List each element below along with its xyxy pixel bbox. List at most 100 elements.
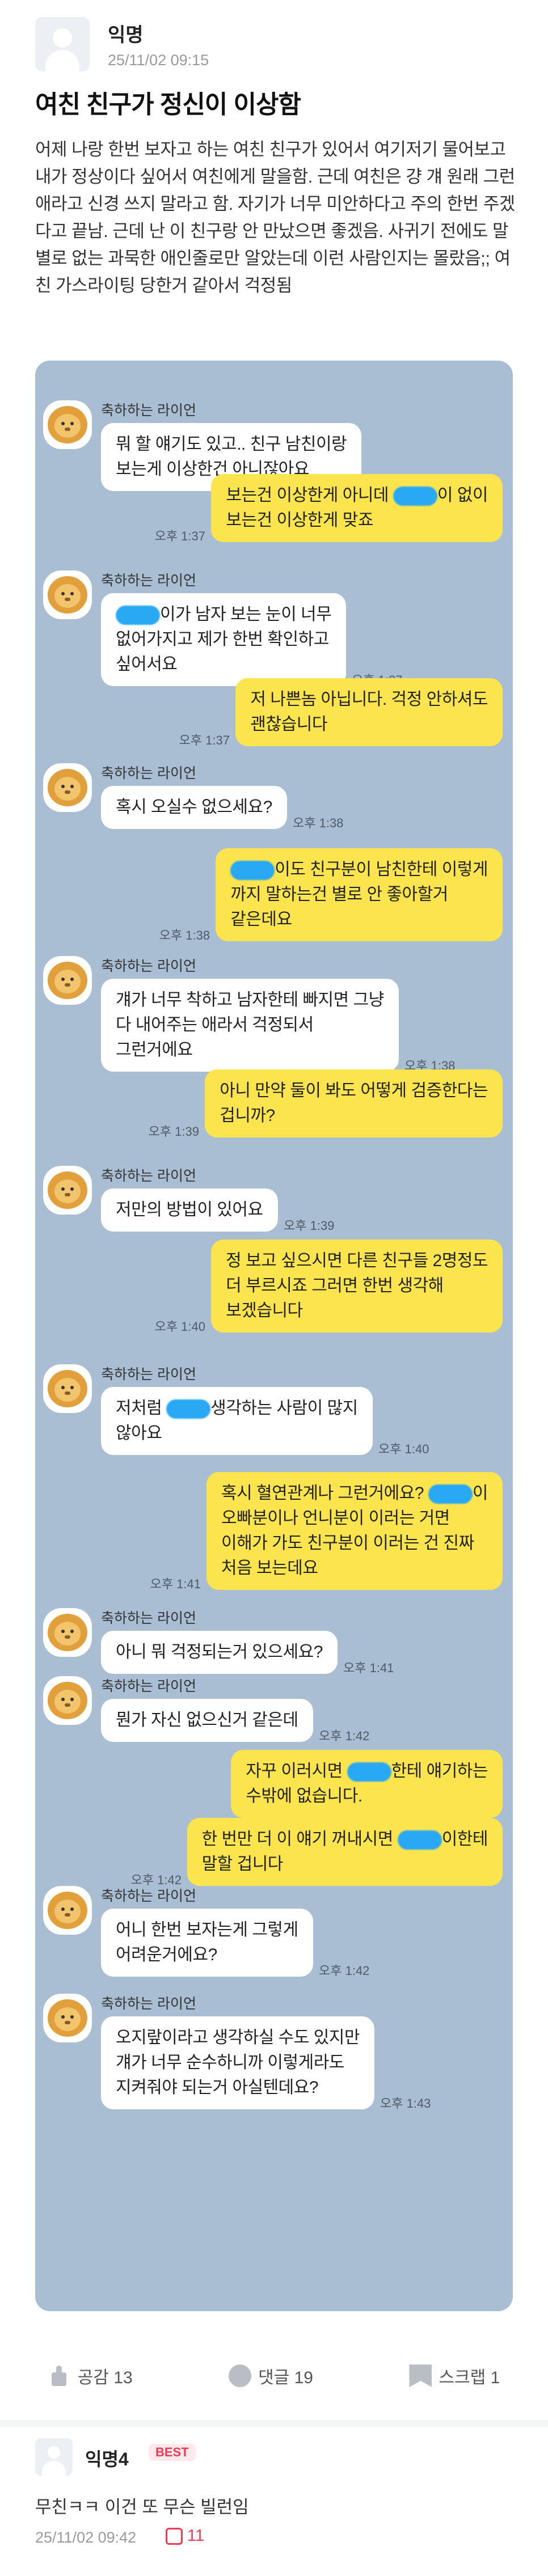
- chat-line: 저처럼 생각하는 사람이 많지: [116, 1396, 358, 1421]
- chat-timestamp: 오후 1:40: [378, 1442, 429, 1456]
- chat-bubble-received: 저만의 방법이 있어요: [101, 1188, 278, 1232]
- chat-sender-name: 축하하는 라이언: [101, 1996, 196, 2012]
- chat-timestamp: 오후 1:42: [319, 1964, 370, 1978]
- author-avatar[interactable]: [35, 17, 90, 71]
- chat-line: 혹시 혈연관계나 그런거에요? 이: [221, 1481, 488, 1506]
- chat-timestamp: 오후 1:43: [380, 2096, 431, 2110]
- lion-avatar-icon: [43, 400, 92, 449]
- comment-author: 익명4: [85, 2449, 129, 2469]
- section-divider: [0, 2420, 548, 2427]
- chat-line: 한 번만 더 이 얘기 꺼내시면 이한테: [202, 1827, 488, 1852]
- chat-sender-name: 축하하는 라이언: [101, 573, 196, 589]
- chat-bubble-sent: 정 보고 싶으시면 다른 친구들 2명정도 더 부르시죠 그러면 한번 생각해 보겠…: [211, 1240, 503, 1333]
- chat-line: 이도 친구분이 남친한테 이렇게: [230, 857, 488, 882]
- chat-line: 괜찮습니다: [250, 715, 327, 734]
- like-count: 공감 13: [77, 2368, 133, 2387]
- chat-bubble-sent: 자꾸 이러시면 한테 얘기하는 수밖에 없습니다.: [231, 1750, 503, 1818]
- lion-avatar-icon: [43, 956, 92, 1005]
- lion-avatar-icon: [43, 763, 92, 812]
- chat-line: 보는건 이상한게 아니데 이 없이: [226, 483, 488, 508]
- redacted-name: [393, 487, 437, 506]
- chat-line: 까지 말하는건 별로 안 좋아할거: [230, 885, 448, 904]
- post-title: 여친 친구가 정신이 이상함: [35, 91, 301, 119]
- chat-line: 말할 겁니다: [201, 1855, 284, 1873]
- chat-sender-name: 축하하는 라이언: [101, 1168, 196, 1184]
- thumbs-up-icon: [48, 2364, 71, 2387]
- chat-bubble-received: 저처럼 생각하는 사람이 많지 않아요: [101, 1387, 373, 1455]
- redacted-name: [166, 1399, 211, 1419]
- lion-avatar-icon: [43, 1886, 92, 1935]
- comment-like-count: 11: [187, 2527, 205, 2545]
- like-button[interactable]: 공감 13: [48, 2363, 133, 2388]
- comment-like-button[interactable]: 11: [166, 2527, 204, 2545]
- chat-bubble-sent: 이도 친구분이 남친한테 이렇게까지 말하는건 별로 안 좋아할거같은데요: [216, 848, 503, 941]
- chat-sender-name: 축하하는 라이언: [101, 765, 196, 781]
- post-header: 익명 25/11/02 09:15: [35, 17, 209, 71]
- redacted-name: [116, 606, 160, 625]
- redacted-name: [347, 1762, 391, 1782]
- chat-timestamp: 오후 1:38: [293, 816, 344, 830]
- chat-line: 이가 남자 보는 눈이 너무: [116, 602, 332, 627]
- chat-sender-name: 축하하는 라이언: [101, 1678, 196, 1694]
- redacted-name: [230, 861, 275, 881]
- chat-line: 걔가 너무 순수하니까 이렇게라도: [116, 2053, 344, 2072]
- chat-bubble-sent: 혹시 혈연관계나 그런거에요? 이 오빠분이나 언니분이 이러는 거면 이해가 가도…: [206, 1472, 503, 1590]
- chat-bubble-received: 혹시 오실수 없으세요?: [101, 786, 287, 829]
- lion-avatar-icon: [43, 1608, 92, 1657]
- lion-avatar-icon: [43, 1166, 92, 1215]
- chat-line: 어니 한번 보자는게 그렇게: [116, 1921, 298, 1939]
- chat-line: 없어가지고 제가 한번 확인하고: [116, 630, 329, 649]
- redacted-name: [397, 1830, 442, 1850]
- chat-timestamp: 오후 1:39: [148, 1124, 199, 1139]
- chat-line: 겁니까?: [220, 1106, 275, 1125]
- chat-line: 싶어서요: [116, 655, 178, 674]
- chat-bubble-received: 이가 남자 보는 눈이 너무없어가지고 제가 한번 확인하고싶어서요: [101, 593, 347, 686]
- chat-bubble-received: 아니 뭐 걱정되는거 있으세요?: [101, 1631, 338, 1674]
- bookmark-icon: [409, 2364, 432, 2387]
- chat-line: 같은데요: [230, 910, 292, 929]
- chat-line: 오지랖이라고 생각하실 수도 있지만: [116, 2028, 360, 2047]
- chat-sender-name: 축하하는 라이언: [101, 1888, 196, 1904]
- chat-line: 혹시 오실수 없으세요?: [116, 798, 272, 817]
- chat-bubble-sent: 저 나쁜놈 아닙니다. 걱정 안하셔도괜찮습니다: [235, 678, 503, 746]
- chat-timestamp: 오후 1:37: [154, 529, 205, 543]
- post-author: 익명: [108, 24, 144, 46]
- chat-timestamp: 오후 1:42: [319, 1729, 370, 1743]
- scrap-button[interactable]: 스크랩 1: [409, 2363, 500, 2388]
- chat-timestamp: 오후 1:40: [154, 1319, 205, 1334]
- comment-bubble-icon: [229, 2364, 252, 2387]
- chat-line: 지켜줘야 되는거 아실텐데요?: [116, 2078, 319, 2097]
- chat-bubble-sent: 보는건 이상한게 아니데 이 없이보는건 이상한게 맞죠: [211, 474, 503, 542]
- chat-sender-name: 축하하는 라이언: [101, 1610, 196, 1626]
- chat-line: 이해가 가도 친구분이 이러는 건 진짜: [221, 1534, 474, 1553]
- chat-line: 어려운거에요?: [116, 1945, 217, 1964]
- chat-line: 뭐 할 얘기도 있고.. 친구 남친이랑: [116, 435, 347, 454]
- comment-button[interactable]: 댓글 19: [229, 2363, 313, 2388]
- chat-line: 더 부르시죠 그러면 한번 생각해: [226, 1276, 444, 1295]
- chat-line: 걔가 너무 착하고 남자한테 빠지면 그냥: [116, 991, 384, 1009]
- chat-timestamp: 오후 1:37: [179, 733, 230, 747]
- chat-timestamp: 오후 1:38: [159, 928, 210, 942]
- chat-bubble-received: 오지랖이라고 생각하실 수도 있지만걔가 너무 순수하니까 이렇게라도지켜줘야 …: [101, 2016, 375, 2109]
- thumbs-up-icon: [166, 2527, 183, 2545]
- chat-sender-name: 축하하는 라이언: [101, 958, 196, 974]
- chat-bubble-received: 걔가 너무 착하고 남자한테 빠지면 그냥 다 내어주는 애라서 걱정되서 그런거에…: [101, 979, 399, 1072]
- chat-line: 정 보고 싶으시면 다른 친구들 2명정도: [226, 1251, 488, 1270]
- chat-timestamp: 오후 1:39: [284, 1219, 335, 1233]
- chat-line: 저 나쁜놈 아닙니다. 걱정 안하셔도: [250, 690, 488, 709]
- post-body: 어제 나랑 한번 보자고 하는 여친 친구가 있어서 여기저기 물어보고 내가 …: [35, 139, 515, 295]
- chat-sender-name: 축하하는 라이언: [101, 403, 196, 418]
- chat-line: 그런거에요: [116, 1040, 193, 1059]
- chat-line: 아니 만약 둘이 봐도 어떻게 검증한다는: [220, 1081, 488, 1100]
- chat-bubble-sent: 아니 만약 둘이 봐도 어떻게 검증한다는겁니까?: [205, 1069, 503, 1137]
- comment-avatar[interactable]: [35, 2438, 73, 2476]
- scrap-count: 스크랩 1: [439, 2368, 500, 2387]
- comment-text: 무친ㅋㅋ 이건 또 무슨 빌런임: [35, 2497, 249, 2517]
- chat-sender-name: 축하하는 라이언: [101, 1367, 196, 1382]
- lion-avatar-icon: [43, 1364, 92, 1413]
- chat-bubble-received: 뭔가 자신 없으신거 같은데: [101, 1699, 313, 1742]
- lion-avatar-icon: [43, 570, 92, 619]
- chat-timestamp: 오후 1:41: [343, 1661, 394, 1675]
- chat-line: 보는건 이상한게 맞죠: [226, 511, 373, 530]
- post-action-bar: 공감 13 댓글 19 스크랩 1: [0, 2347, 548, 2404]
